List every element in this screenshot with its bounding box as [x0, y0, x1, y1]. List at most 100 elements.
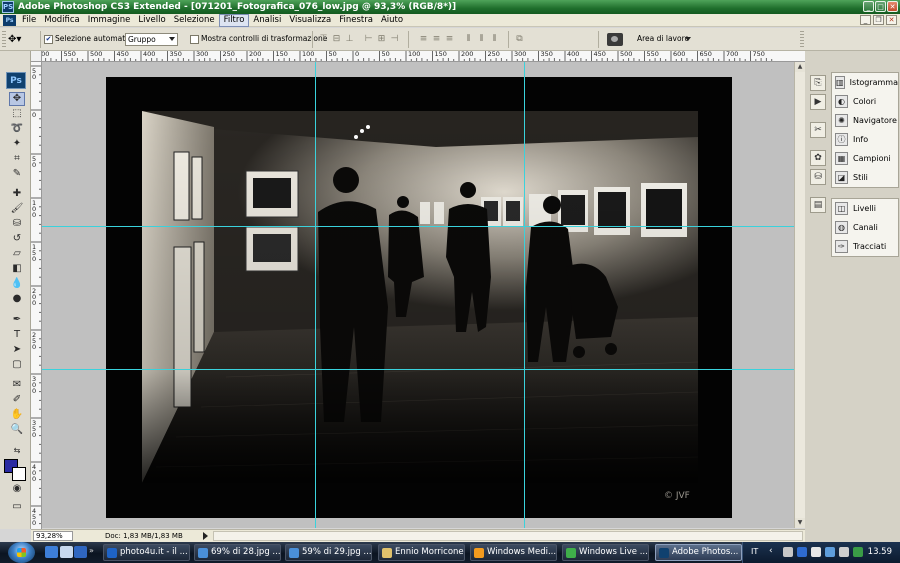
align-left-icon[interactable]: ⊢ — [363, 34, 374, 45]
clone-source-icon[interactable]: ⛁ — [810, 169, 826, 185]
align-horizontal-center-icon[interactable]: ⊞ — [376, 34, 387, 45]
default-colors-icon[interactable]: ⇆ — [9, 444, 25, 458]
layer-comps-icon[interactable]: ▤ — [810, 197, 826, 213]
photoshop-logo[interactable]: Ps — [6, 72, 26, 89]
menu-selezione[interactable]: Selezione — [170, 14, 219, 27]
menu-filtro[interactable]: Filtro — [218, 14, 250, 27]
document-icon[interactable]: Ps — [3, 15, 16, 26]
history-panel-icon[interactable]: ⎘ — [810, 75, 826, 91]
shape-tool-icon[interactable]: ▢ — [9, 358, 25, 372]
tray-app-icon[interactable] — [783, 547, 793, 557]
options-grip-right[interactable] — [800, 31, 804, 48]
menu-aiuto[interactable]: Aiuto — [377, 14, 407, 27]
distribute-vcenter-icon[interactable]: ≡ — [431, 34, 442, 45]
align-bottom-icon[interactable]: ⊥ — [344, 34, 355, 45]
brushes-panel-icon[interactable]: ✿ — [810, 150, 826, 166]
path-selection-tool-icon[interactable]: ➤ — [9, 343, 25, 357]
panel-istogramma[interactable]: ▥ Istogramma — [832, 73, 898, 92]
quicklaunch-more[interactable]: » — [89, 546, 94, 556]
menu-immagine[interactable]: Immagine — [84, 14, 135, 27]
distribute-top-icon[interactable]: ≡ — [418, 34, 429, 45]
photo-image[interactable]: © JVF — [106, 77, 732, 518]
horizontal-guide[interactable] — [42, 226, 794, 227]
vertical-guide[interactable] — [524, 62, 525, 528]
crop-tool-icon[interactable]: ⌗ — [9, 152, 25, 166]
history-brush-tool-icon[interactable]: ↺ — [9, 232, 25, 246]
lasso-tool-icon[interactable]: ➰ — [9, 122, 25, 136]
panel-tracciati[interactable]: ✑ Tracciati — [832, 237, 898, 256]
brush-tool-icon[interactable]: 🖌 — [9, 202, 25, 216]
notes-tool-icon[interactable]: ✉ — [9, 378, 25, 392]
task-windows-live[interactable]: Windows Live ... — [562, 544, 649, 561]
workspace-icon[interactable] — [607, 33, 623, 46]
vertical-guide[interactable] — [315, 62, 316, 528]
tray-download-icon[interactable] — [797, 547, 807, 557]
pen-tool-icon[interactable]: ✒ — [9, 313, 25, 327]
menu-finestra[interactable]: Finestra — [335, 14, 377, 27]
distribute-hcenter-icon[interactable]: ⫴ — [476, 34, 487, 45]
task-69-percent[interactable]: 69% di 28.jpg ... — [194, 544, 281, 561]
tool-presets-icon[interactable]: ✂ — [810, 122, 826, 138]
panel-info[interactable]: ⓘ Info — [832, 130, 898, 149]
panel-canali[interactable]: ◍ Canali — [832, 218, 898, 237]
horizontal-scrollbar[interactable] — [213, 531, 803, 541]
close-button[interactable]: ✕ — [887, 1, 898, 12]
auto-align-layers-icon[interactable]: ⧉ — [514, 34, 525, 45]
vertical-scrollbar[interactable]: ▲ ▼ — [794, 62, 805, 528]
task-photo4u[interactable]: photo4u.it - il ... — [103, 544, 190, 561]
tray-expand-icon[interactable]: ‹ — [769, 546, 773, 557]
quick-mask-icon[interactable]: ◉ — [9, 482, 25, 496]
switch-windows-icon[interactable] — [60, 546, 73, 558]
magic-wand-tool-icon[interactable]: ✦ — [9, 137, 25, 151]
distribute-right-icon[interactable]: ⫴ — [489, 34, 500, 45]
panel-livelli[interactable]: ◫ Livelli — [832, 199, 898, 218]
marquee-tool-icon[interactable]: ⬚ — [9, 107, 25, 121]
maximize-button[interactable]: □ — [875, 1, 886, 12]
menu-modifica[interactable]: Modifica — [40, 14, 84, 27]
screen-mode-icon[interactable]: ▭ — [9, 500, 25, 514]
align-vertical-center-icon[interactable]: ⊟ — [331, 34, 342, 45]
distribute-bottom-icon[interactable]: ≡ — [444, 34, 455, 45]
language-indicator[interactable]: IT — [751, 547, 758, 557]
type-tool-icon[interactable]: T — [9, 328, 25, 342]
minimize-button[interactable]: _ — [863, 1, 874, 12]
task-adobe-photoshop[interactable]: Adobe Photos... — [655, 544, 742, 561]
ruler-origin[interactable] — [31, 51, 42, 62]
task-ennio-morricone[interactable]: Ennio Morricone — [378, 544, 465, 561]
panel-navigatore[interactable]: ✺ Navigatore — [832, 111, 898, 130]
tray-messenger-icon[interactable] — [853, 547, 863, 557]
workspace-label[interactable]: Area di lavoro — [637, 34, 689, 44]
auto-select-checkbox[interactable]: ✔ — [44, 35, 53, 44]
zoom-level-field[interactable]: 93,28% — [33, 531, 73, 541]
scroll-down-icon[interactable]: ▼ — [795, 518, 805, 528]
panel-stili[interactable]: ◪ Stili — [832, 168, 898, 187]
background-color-swatch[interactable] — [12, 467, 26, 481]
task-windows-media[interactable]: Windows Medi... — [470, 544, 557, 561]
hand-tool-icon[interactable]: ✋ — [9, 408, 25, 422]
network-icon[interactable] — [825, 547, 835, 557]
horizontal-guide[interactable] — [42, 369, 794, 370]
panel-colori[interactable]: ◐ Colori — [832, 92, 898, 111]
status-menu-arrow-icon[interactable] — [203, 532, 208, 540]
eraser-tool-icon[interactable]: ▱ — [9, 247, 25, 261]
document-close-button[interactable]: ✕ — [886, 15, 897, 25]
tray-device-icon[interactable] — [811, 547, 821, 557]
volume-icon[interactable] — [839, 547, 849, 557]
auto-select-dropdown[interactable]: Gruppo — [125, 33, 178, 46]
align-top-icon[interactable]: ⊤ — [318, 34, 329, 45]
eyedropper-tool-icon[interactable]: ✐ — [9, 393, 25, 407]
transform-controls-checkbox[interactable] — [190, 35, 199, 44]
start-button[interactable] — [8, 542, 35, 563]
dodge-tool-icon[interactable]: ● — [9, 292, 25, 306]
show-desktop-icon[interactable] — [45, 546, 58, 558]
healing-brush-tool-icon[interactable]: ✚ — [9, 187, 25, 201]
document-canvas[interactable]: © JVF — [42, 62, 794, 528]
horizontal-ruler[interactable]: 600 550 500 450 400 350 300 250 200 150 100 50 0 50 10… — [31, 51, 805, 62]
actions-panel-icon[interactable]: ▶ — [810, 94, 826, 110]
menu-visualizza[interactable]: Visualizza — [285, 14, 335, 27]
options-grip[interactable] — [2, 31, 6, 48]
document-minimize-button[interactable]: _ — [860, 15, 871, 25]
task-59-percent[interactable]: 59% di 29.jpg ... — [285, 544, 372, 561]
clone-stamp-tool-icon[interactable]: ⛁ — [9, 217, 25, 231]
vertical-ruler[interactable]: 50 0 50 100 150 200 250 300 350 400 450 — [31, 62, 42, 529]
